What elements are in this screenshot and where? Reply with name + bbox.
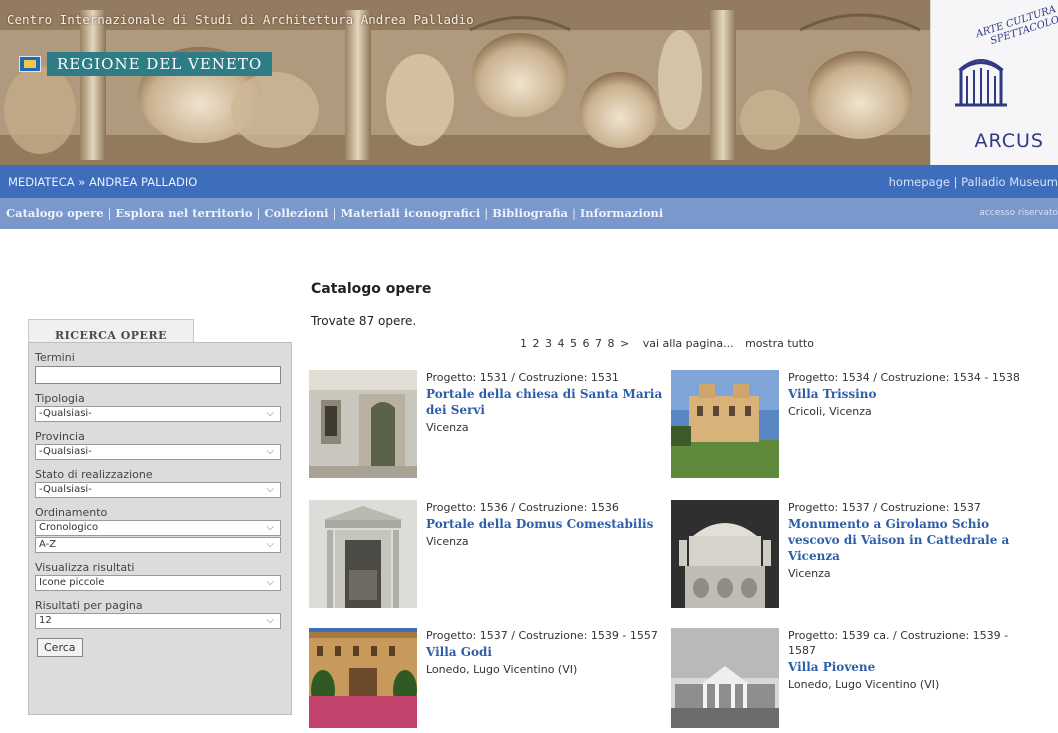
chevron-down-icon: ⌵ [266, 539, 274, 550]
menu-item-bibliografia[interactable]: Bibliografia [492, 206, 568, 220]
termini-input[interactable] [35, 366, 281, 384]
ordinamento-label: Ordinamento [35, 506, 108, 519]
top-right-links[interactable]: homepage | Palladio Museum [889, 175, 1058, 189]
breadcrumb[interactable]: MEDIATECA » ANDREA PALLADIO [8, 175, 197, 189]
result-card: Progetto: 1531 / Costruzione: 1531 Porta… [309, 370, 669, 490]
provincia-value: -Qualsiasi- [39, 446, 92, 457]
page-link-2[interactable]: 2 [533, 337, 540, 350]
menu-item-collezioni[interactable]: Collezioni [264, 206, 328, 220]
result-card: Progetto: 1537 / Costruzione: 1537 Monum… [671, 500, 1031, 620]
work-title-link[interactable]: Villa Godi [426, 644, 666, 660]
institution-title: Centro Internazionale di Studi di Archit… [7, 12, 474, 27]
section-menu: Catalogo opere | Esplora nel territorio | Co… [0, 198, 1058, 229]
work-thumbnail[interactable] [309, 370, 417, 478]
provincia-select[interactable]: -Qualsiasi- ⌵ [35, 444, 281, 460]
header-banner: Centro Internazionale di Studi di Archit… [0, 0, 1058, 165]
chevron-down-icon: ⌵ [266, 408, 274, 419]
work-dates: Progetto: 1537 / Costruzione: 1539 - 155… [426, 629, 658, 642]
chevron-down-icon: ⌵ [266, 446, 274, 457]
work-place: Lonedo, Lugo Vicentino (VI) [426, 663, 578, 676]
arcus-text: ARCUS [974, 130, 1044, 152]
goto-page-link[interactable]: vai alla pagina... [643, 337, 734, 350]
chevron-down-icon: ⌵ [266, 484, 274, 495]
page-link-1[interactable]: 1 [520, 337, 527, 350]
work-place: Vicenza [788, 567, 831, 580]
per-pagina-value: 12 [39, 615, 52, 626]
work-thumbnail[interactable] [671, 370, 779, 478]
page-link-5[interactable]: 5 [570, 337, 577, 350]
work-thumbnail[interactable] [309, 500, 417, 608]
page-link-3[interactable]: 3 [545, 337, 552, 350]
results-count: Trovate 87 opere. [311, 314, 417, 328]
menu-item-informazioni[interactable]: Informazioni [580, 206, 663, 220]
top-navbar: MEDIATECA » ANDREA PALLADIO homepage | P… [0, 165, 1058, 198]
page-link-8[interactable]: 8 [608, 337, 615, 350]
work-thumbnail[interactable] [671, 628, 779, 728]
work-dates: Progetto: 1531 / Costruzione: 1531 [426, 371, 619, 384]
arcus-logo[interactable]: ARTE CULTURA SPETTACOLO ARCUS [930, 0, 1058, 165]
ordine-select[interactable]: A-Z ⌵ [35, 537, 281, 553]
work-title-link[interactable]: Villa Trissino [788, 386, 1028, 402]
regione-label: REGIONE DEL VENETO [47, 52, 273, 76]
search-sidebar: Termini Tipologia -Qualsiasi- ⌵ Provincia… [28, 342, 292, 715]
ordine-value: A-Z [39, 539, 57, 550]
cerca-button[interactable]: Cerca [37, 638, 83, 657]
page-link-7[interactable]: 7 [595, 337, 602, 350]
menu-item-catalogo[interactable]: Catalogo opere [6, 206, 104, 220]
tipologia-select[interactable]: -Qualsiasi- ⌵ [35, 406, 281, 422]
visualizza-select[interactable]: Icone piccole ⌵ [35, 575, 281, 591]
work-dates: Progetto: 1537 / Costruzione: 1537 [788, 501, 981, 514]
work-dates: Progetto: 1536 / Costruzione: 1536 [426, 501, 619, 514]
tipologia-value: -Qualsiasi- [39, 408, 92, 419]
menu-item-esplora[interactable]: Esplora nel territorio [115, 206, 252, 220]
pagination: 1 2 3 4 5 6 7 8 > vai alla pagina... mos… [520, 337, 814, 350]
tipologia-label: Tipologia [35, 392, 85, 405]
result-card: Progetto: 1534 / Costruzione: 1534 - 153… [671, 370, 1031, 490]
next-page-link[interactable]: > [620, 337, 629, 350]
regione-veneto-logo[interactable]: REGIONE DEL VENETO [19, 50, 273, 78]
page-link-6[interactable]: 6 [583, 337, 590, 350]
regione-flag-icon [19, 56, 41, 72]
work-thumbnail[interactable] [671, 500, 779, 608]
chevron-down-icon: ⌵ [266, 522, 274, 533]
work-place: Lonedo, Lugo Vicentino (VI) [788, 678, 940, 691]
ordinamento-value: Cronologico [39, 522, 99, 533]
work-dates: Progetto: 1539 ca. / Costruzione: 1539 -… [788, 629, 1009, 657]
per-pagina-label: Risultati per pagina [35, 599, 143, 612]
per-pagina-select[interactable]: 12 ⌵ [35, 613, 281, 629]
work-place: Vicenza [426, 421, 469, 434]
work-title-link[interactable]: Monumento a Girolamo Schio vescovo di Va… [788, 516, 1028, 564]
work-place: Vicenza [426, 535, 469, 548]
stato-select[interactable]: -Qualsiasi- ⌵ [35, 482, 281, 498]
visualizza-value: Icone piccole [39, 577, 105, 588]
chevron-down-icon: ⌵ [266, 615, 274, 626]
stato-label: Stato di realizzazione [35, 468, 153, 481]
result-card: Progetto: 1537 / Costruzione: 1539 - 155… [309, 628, 669, 733]
provincia-label: Provincia [35, 430, 85, 443]
work-dates: Progetto: 1534 / Costruzione: 1534 - 153… [788, 371, 1020, 384]
chevron-down-icon: ⌵ [266, 577, 274, 588]
result-card: Progetto: 1539 ca. / Costruzione: 1539 -… [671, 628, 1031, 733]
work-title-link[interactable]: Portale della Domus Comestabilis [426, 516, 666, 532]
stato-value: -Qualsiasi- [39, 484, 92, 495]
work-title-link[interactable]: Portale della chiesa di Santa Maria dei … [426, 386, 666, 418]
page-title: Catalogo opere [311, 281, 432, 297]
work-title-link[interactable]: Villa Piovene [788, 659, 1028, 675]
menu-item-materiali[interactable]: Materiali iconografici [340, 206, 480, 220]
page-link-4[interactable]: 4 [558, 337, 565, 350]
show-all-link[interactable]: mostra tutto [745, 337, 814, 350]
accesso-riservato-link[interactable]: accesso riservato [979, 208, 1058, 218]
termini-label: Termini [35, 351, 75, 364]
visualizza-label: Visualizza risultati [35, 561, 135, 574]
work-place: Cricoli, Vicenza [788, 405, 872, 418]
ordinamento-select[interactable]: Cronologico ⌵ [35, 520, 281, 536]
work-thumbnail[interactable] [309, 628, 417, 728]
result-card: Progetto: 1536 / Costruzione: 1536 Porta… [309, 500, 669, 620]
